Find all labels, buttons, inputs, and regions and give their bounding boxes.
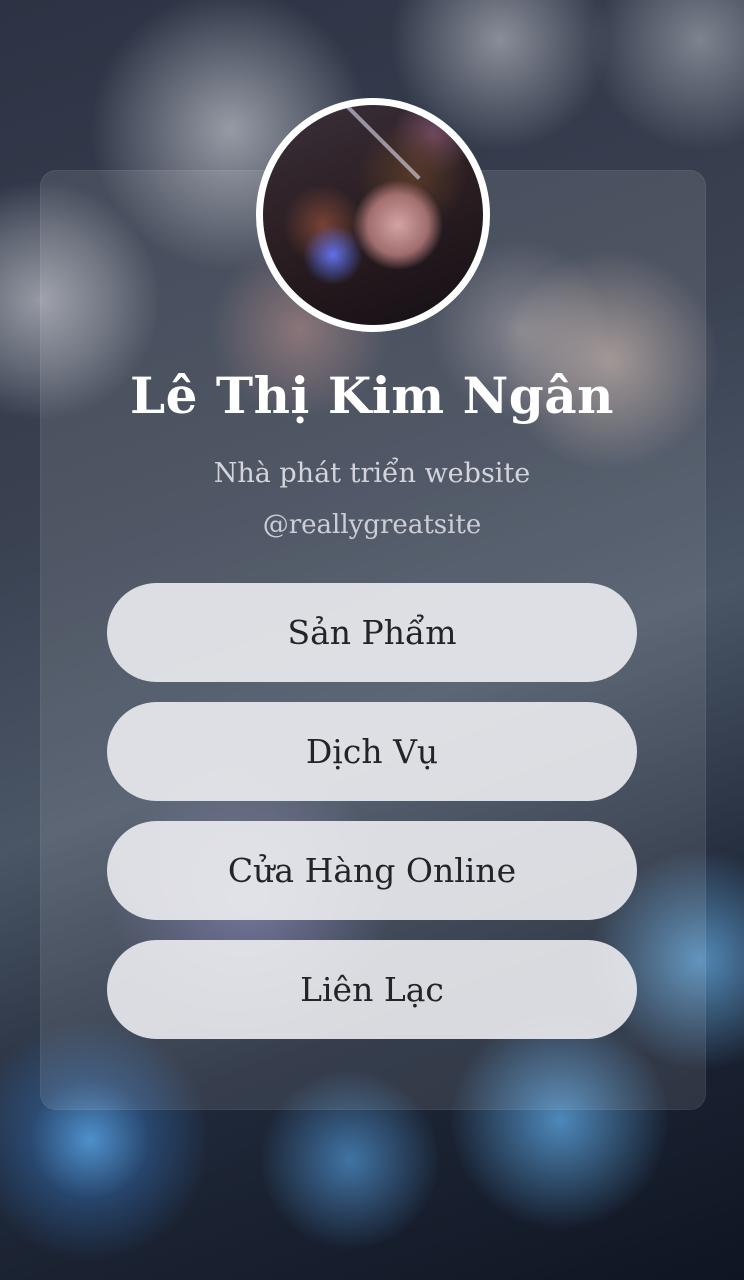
online-store-button[interactable]: Cửa Hàng Online: [107, 821, 637, 920]
services-button[interactable]: Dịch Vụ: [107, 702, 637, 801]
contact-button[interactable]: Liên Lạc: [107, 940, 637, 1039]
link-list: Sản Phẩm Dịch Vụ Cửa Hàng Online Liên Lạ…: [107, 583, 637, 1059]
profile-name: Lê Thị Kim Ngân: [129, 366, 614, 425]
products-button[interactable]: Sản Phẩm: [107, 583, 637, 682]
profile-handle[interactable]: @reallygreatsite: [0, 510, 744, 540]
link-in-bio-page: Lê Thị Kim Ngân Nhà phát triển website @…: [0, 0, 744, 1280]
profile-title: Nhà phát triển website: [213, 458, 531, 489]
avatar: [256, 98, 490, 332]
